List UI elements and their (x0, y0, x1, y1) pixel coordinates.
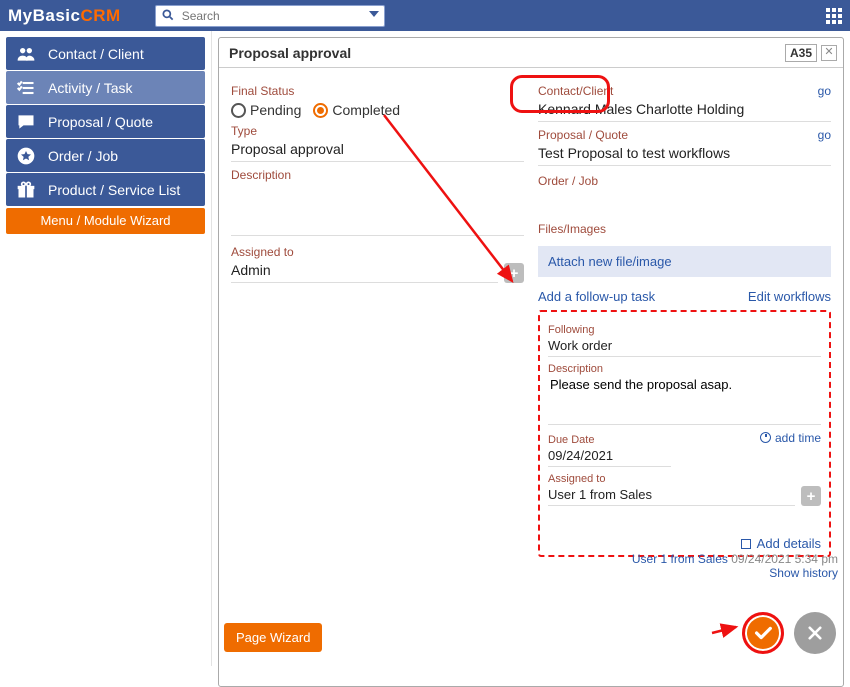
followup-assigned-row: User 1 from Sales + (548, 485, 821, 506)
order-label: Order / Job (538, 174, 831, 188)
add-followup-link[interactable]: Add a follow-up task (538, 289, 655, 304)
close-icon[interactable]: ✕ (821, 45, 837, 61)
list-check-icon (16, 78, 36, 98)
contact-label: Contact/Client (538, 84, 613, 98)
type-value[interactable]: Proposal approval (231, 138, 524, 162)
radio-icon (313, 103, 328, 118)
contact-value[interactable]: Kennard Males Charlotte Holding (538, 98, 831, 122)
gift-icon (16, 180, 36, 200)
main: Proposal approval A35 ✕ Final Status Pen… (212, 31, 850, 666)
people-icon (16, 44, 36, 64)
followup-assigned-value[interactable]: User 1 from Sales (548, 485, 795, 506)
add-details-text: Add details (757, 536, 821, 551)
action-buttons (742, 612, 836, 654)
due-label: Due Date (548, 434, 594, 446)
add-time-text: add time (775, 431, 821, 445)
card-code-wrap: A35 ✕ (785, 44, 837, 62)
type-label: Type (231, 124, 524, 138)
add-details-link[interactable]: Add details (548, 536, 821, 551)
followup-assigned-label: Assigned to (548, 473, 821, 485)
assigned-row: Admin + (231, 259, 524, 283)
proposal-label: Proposal / Quote (538, 128, 628, 142)
audit-when: 09/24/2021 5:34 pm (731, 552, 838, 566)
close-icon (806, 624, 824, 642)
sidebar-item-label: Contact / Client (48, 46, 144, 62)
radio-label: Completed (332, 102, 400, 118)
due-value[interactable]: 09/24/2021 (548, 446, 671, 467)
logo-text-b: CRM (80, 6, 120, 25)
card-body: Final Status Pending Completed Type Prop… (219, 68, 843, 686)
go-contact-link[interactable]: go (818, 84, 831, 98)
menu-wizard-button[interactable]: Menu / Module Wizard (6, 208, 205, 234)
followup-panel: Following Work order Description Due Dat… (538, 310, 831, 557)
checkbox-outline-icon (741, 539, 751, 549)
status-radio-group: Pending Completed (231, 102, 524, 118)
radio-icon (231, 103, 246, 118)
attach-file-button[interactable]: Attach new file/image (538, 246, 831, 277)
audit-user: User 1 from Sales (632, 552, 728, 566)
assigned-label: Assigned to (231, 245, 524, 259)
left-column: Final Status Pending Completed Type Prop… (231, 78, 524, 686)
following-label: Following (548, 324, 821, 336)
card-code: A35 (785, 44, 817, 62)
logo-text-a: MyBasic (8, 6, 80, 25)
add-assignee-button[interactable]: + (504, 263, 524, 283)
sidebar-item-label: Proposal / Quote (48, 114, 153, 130)
add-time-link[interactable]: add time (760, 431, 821, 445)
sidebar-item-activity[interactable]: Activity / Task (6, 71, 205, 104)
search-wrapper (155, 5, 385, 27)
followup-desc-textarea[interactable] (548, 375, 821, 425)
page-wizard-button[interactable]: Page Wizard (224, 623, 322, 652)
show-history-link[interactable]: Show history (769, 566, 838, 580)
cancel-button[interactable] (794, 612, 836, 654)
search-dropdown-caret-icon[interactable] (369, 11, 379, 17)
star-circle-icon (16, 146, 36, 166)
card-header: Proposal approval A35 ✕ (219, 38, 843, 68)
sidebar-item-label: Product / Service List (48, 182, 180, 198)
right-column: Contact/Client go Kennard Males Charlott… (538, 78, 831, 686)
sidebar-item-product[interactable]: Product / Service List (6, 173, 205, 206)
followup-links: Add a follow-up task Edit workflows (538, 289, 831, 304)
description-label: Description (231, 168, 524, 182)
confirm-button[interactable] (742, 612, 784, 654)
topbar: MyBasicCRM (0, 0, 850, 31)
followup-desc-label: Description (548, 363, 821, 375)
add-followup-assignee-button[interactable]: + (801, 486, 821, 506)
card-title: Proposal approval (229, 45, 351, 61)
sidebar-item-order[interactable]: Order / Job (6, 139, 205, 172)
task-card: Proposal approval A35 ✕ Final Status Pen… (218, 37, 844, 687)
chat-icon (16, 112, 36, 132)
assigned-value[interactable]: Admin (231, 259, 498, 283)
proposal-value[interactable]: Test Proposal to test workflows (538, 142, 831, 166)
files-label: Files/Images (538, 222, 831, 236)
search-input[interactable] (155, 5, 385, 27)
radio-completed[interactable]: Completed (313, 102, 400, 118)
radio-pending[interactable]: Pending (231, 102, 301, 118)
following-value[interactable]: Work order (548, 336, 821, 357)
app-body: Contact / Client Activity / Task Proposa… (0, 31, 850, 666)
logo: MyBasicCRM (8, 6, 121, 26)
radio-label: Pending (250, 102, 301, 118)
go-proposal-link[interactable]: go (818, 128, 831, 142)
sidebar-item-label: Activity / Task (48, 80, 133, 96)
edit-workflows-link[interactable]: Edit workflows (748, 289, 831, 304)
audit-info: User 1 from Sales 09/24/2021 5:34 pm Sho… (632, 552, 838, 580)
sidebar: Contact / Client Activity / Task Proposa… (0, 31, 212, 666)
check-icon (752, 622, 774, 644)
apps-grid-icon[interactable] (826, 8, 842, 24)
sidebar-item-contact[interactable]: Contact / Client (6, 37, 205, 70)
sidebar-item-proposal[interactable]: Proposal / Quote (6, 105, 205, 138)
clock-icon (760, 432, 771, 443)
description-textarea[interactable] (231, 182, 524, 236)
sidebar-item-label: Order / Job (48, 148, 118, 164)
final-status-label: Final Status (231, 84, 524, 98)
search-icon (161, 8, 175, 25)
